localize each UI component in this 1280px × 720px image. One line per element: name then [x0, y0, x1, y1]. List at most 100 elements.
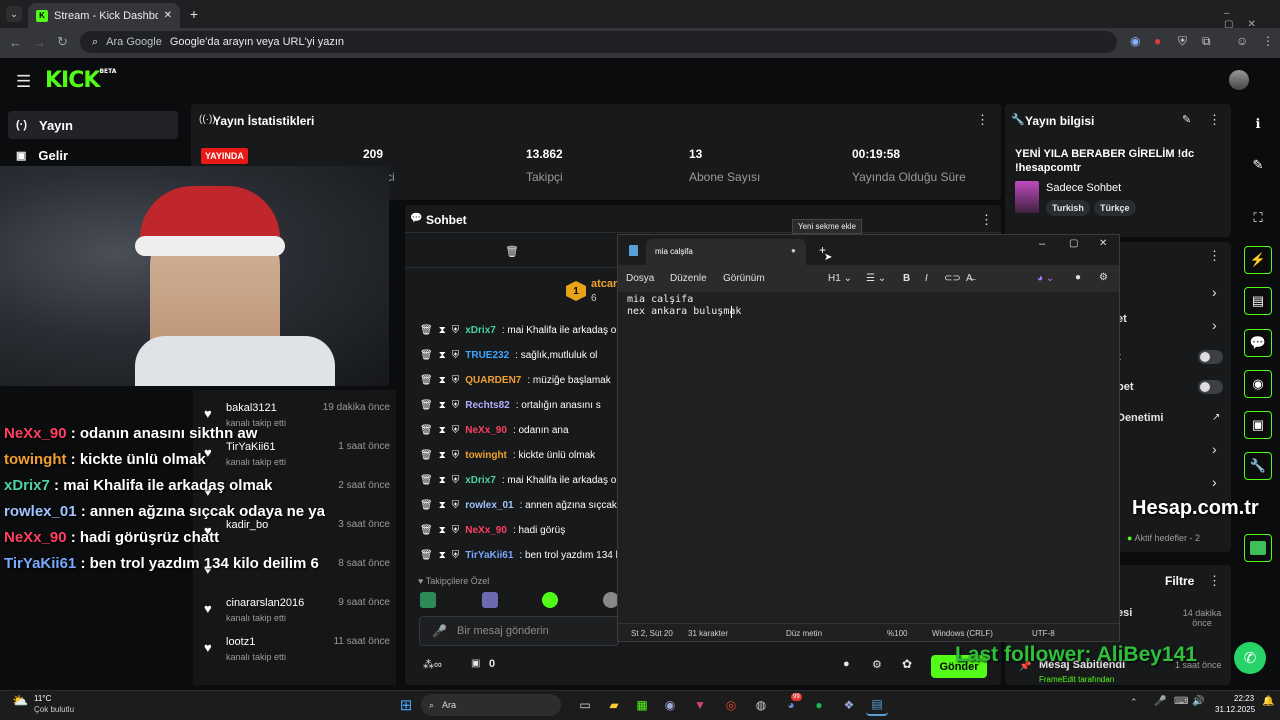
follower-item[interactable]: ♥ TirYaKii61 kanalı takip etti 1 saat önce — [198, 439, 394, 478]
tray-chevron-icon[interactable]: ⌃ — [1130, 697, 1138, 708]
window-controls[interactable]: –▢✕ — [1224, 8, 1280, 30]
chat-message[interactable]: 🗑 ⧗ ⛨ NeXx_90: hadi görüş — [420, 518, 620, 543]
account-icon[interactable]: ● — [1075, 272, 1081, 283]
follower-item[interactable]: ♥ cinararslan2016 kanalı takip etti 9 saat … — [198, 595, 394, 634]
app-icon[interactable]: ▼ — [689, 694, 711, 716]
trash-icon[interactable]: 🗑 — [420, 400, 433, 411]
follower-name[interactable]: cinararslan2016 — [226, 597, 304, 609]
timeout-icon[interactable]: ⧗ — [439, 350, 446, 361]
settings-gear-icon[interactable]: ⚙ — [872, 658, 882, 671]
timeout-icon[interactable]: ⧗ — [439, 425, 446, 436]
follower-item[interactable]: ♥ lootz1 kanalı takip etti 11 saat önce — [198, 634, 394, 673]
trash-icon[interactable]: 🗑 — [420, 350, 433, 361]
forward-icon[interactable]: → — [33, 35, 46, 50]
timeout-icon[interactable]: ⧗ — [439, 450, 446, 461]
chat-username[interactable]: xDrix7 — [465, 475, 496, 486]
chrome-icon[interactable]: ◎ — [720, 694, 742, 716]
chat-message[interactable]: 🗑 ⧗ ⛨ rowlex_01: annen ağzına sıçcak — [420, 493, 620, 518]
wrench-icon[interactable]: 🔧 — [1244, 452, 1272, 480]
menu-view[interactable]: Görünüm — [723, 273, 765, 284]
chat-username[interactable]: QUARDEN7 — [465, 375, 521, 386]
chat-bubble-icon[interactable]: 💬 — [1244, 329, 1272, 357]
record-icon[interactable]: ● — [1154, 34, 1161, 48]
timeout-icon[interactable]: ⧗ — [439, 325, 446, 336]
puzzle-icon[interactable]: ⧉ — [1202, 34, 1211, 49]
sidebar-item-gelir[interactable]: ▣ Gelir — [8, 141, 178, 169]
weather-icon[interactable]: ⛅ — [12, 693, 28, 709]
notification-bell-icon[interactable]: 🔔 — [1262, 696, 1274, 707]
list-icon[interactable]: ☰ ⌄ — [866, 273, 886, 284]
chevron-right-icon[interactable]: › — [1212, 441, 1217, 457]
chevron-right-icon[interactable]: › — [1212, 474, 1217, 490]
category-thumbnail[interactable] — [1015, 181, 1039, 213]
task-view-icon[interactable]: ▭ — [574, 694, 596, 716]
category-name[interactable]: Sadece Sohbet — [1046, 182, 1121, 194]
activity-menu-icon[interactable]: ⋮ — [1208, 573, 1221, 589]
chat-message[interactable]: 🗑 ⧗ ⛨ xDrix7: mai Khalifa ile arkadaş o — [420, 318, 620, 343]
notepad-line[interactable]: nex ankara buluşmak — [627, 306, 741, 317]
bolt-icon[interactable]: ⚡ — [1244, 246, 1272, 274]
tab-close-icon[interactable]: ✕ — [164, 10, 172, 21]
toggle-switch[interactable] — [1198, 380, 1223, 394]
chat-username[interactable]: NeXx_90 — [465, 425, 507, 436]
new-tab-button[interactable]: + — [186, 6, 202, 22]
trash-icon[interactable]: 🗑 — [420, 425, 433, 436]
minecraft-icon[interactable]: ▦ — [631, 694, 653, 716]
app-icon[interactable] — [1244, 534, 1272, 562]
spotify-icon[interactable]: ● — [808, 694, 830, 716]
edit-icon[interactable]: ✎ — [1182, 113, 1191, 126]
volume-icon[interactable]: 🔊 — [1192, 696, 1204, 707]
external-link-icon[interactable]: ↗ — [1212, 412, 1220, 423]
pinned-user[interactable]: atcar — [591, 278, 617, 290]
users-icon[interactable]: ⁂∞ — [423, 658, 442, 671]
sidebar-item-yayin[interactable]: (·) Yayın — [8, 111, 178, 139]
expand-icon[interactable]: ⛶ — [1244, 204, 1272, 232]
tag-chip[interactable]: Türkçe — [1094, 200, 1136, 216]
clear-format-icon[interactable]: A̶ — [966, 273, 973, 284]
taskbar-search[interactable]: ⌕ Ara — [421, 694, 561, 716]
tab-search-icon[interactable]: ⌄ — [6, 6, 22, 22]
settings-gear-icon[interactable]: ⚙ — [1099, 272, 1108, 283]
app-icon[interactable]: ❖ — [838, 694, 860, 716]
chat-input[interactable]: 🎤 Bir mesaj gönderin — [419, 616, 619, 646]
whatsapp-icon[interactable]: ✆ — [1234, 642, 1266, 674]
chat-message[interactable]: 🗑 ⧗ ⛨ TirYaKii61: ben trol yazdım 134 l — [420, 543, 620, 568]
profile-icon[interactable]: ☺ — [1236, 34, 1248, 48]
obs-icon[interactable]: ◍ — [750, 694, 772, 716]
chat-username[interactable]: TRUE232 — [465, 350, 509, 361]
trash-icon[interactable]: 🗑 — [420, 375, 433, 386]
omnibox[interactable]: ⌕ Ara Google Google'da arayın veya URL'y… — [80, 31, 1117, 53]
chat-username[interactable]: TirYaKii61 — [465, 550, 513, 561]
close-icon[interactable]: ✕ — [1099, 238, 1107, 249]
gift-icon[interactable]: ▣ — [471, 658, 480, 669]
user-avatar[interactable] — [1229, 70, 1249, 90]
chat-message[interactable]: 🗑 ⧗ ⛨ towinght: kickte ünlü olmak — [420, 443, 620, 468]
chevron-right-icon[interactable]: › — [1212, 317, 1217, 333]
broadcast-icon[interactable]: ◉ — [1244, 370, 1272, 398]
tag-chip[interactable]: Turkish — [1046, 200, 1090, 216]
clock-date[interactable]: 31.12.2025 — [1215, 705, 1255, 714]
save-icon[interactable]: ▣ — [1244, 411, 1272, 439]
minimize-icon[interactable]: – — [1039, 238, 1045, 250]
chat-username[interactable]: Rechts82 — [465, 400, 509, 411]
steam-icon[interactable]: ◉ — [659, 694, 681, 716]
timeout-icon[interactable]: ⧗ — [439, 475, 446, 486]
document-icon[interactable]: ▤ — [1244, 287, 1272, 315]
info-icon[interactable]: ℹ — [1244, 110, 1272, 138]
chevron-right-icon[interactable]: › — [1212, 284, 1217, 300]
info-menu-icon[interactable]: ⋮ — [1208, 112, 1221, 128]
file-explorer-icon[interactable]: ▰ — [603, 694, 625, 716]
menu-edit[interactable]: Düzenle — [670, 273, 707, 284]
timeout-icon[interactable]: ⧗ — [439, 550, 446, 561]
trash-icon[interactable]: 🗑 — [420, 450, 433, 461]
trash-icon[interactable]: 🗑 — [420, 325, 433, 336]
follower-item[interactable]: ♥ kadir_bo 3 saat önce — [198, 517, 394, 556]
mic-icon[interactable]: 🎤 — [432, 624, 447, 638]
menu-kebab-icon[interactable]: ⋮ — [1262, 34, 1274, 48]
maximize-icon[interactable]: ▢ — [1069, 238, 1078, 249]
follower-name[interactable]: TirYaKii61 — [226, 441, 276, 453]
emote-picker-icon[interactable]: ✿ — [902, 657, 912, 671]
trash-icon[interactable]: 🗑 — [505, 245, 519, 258]
menu-file[interactable]: Dosya — [626, 273, 654, 284]
chat-menu-icon[interactable]: ⋮ — [980, 212, 993, 228]
